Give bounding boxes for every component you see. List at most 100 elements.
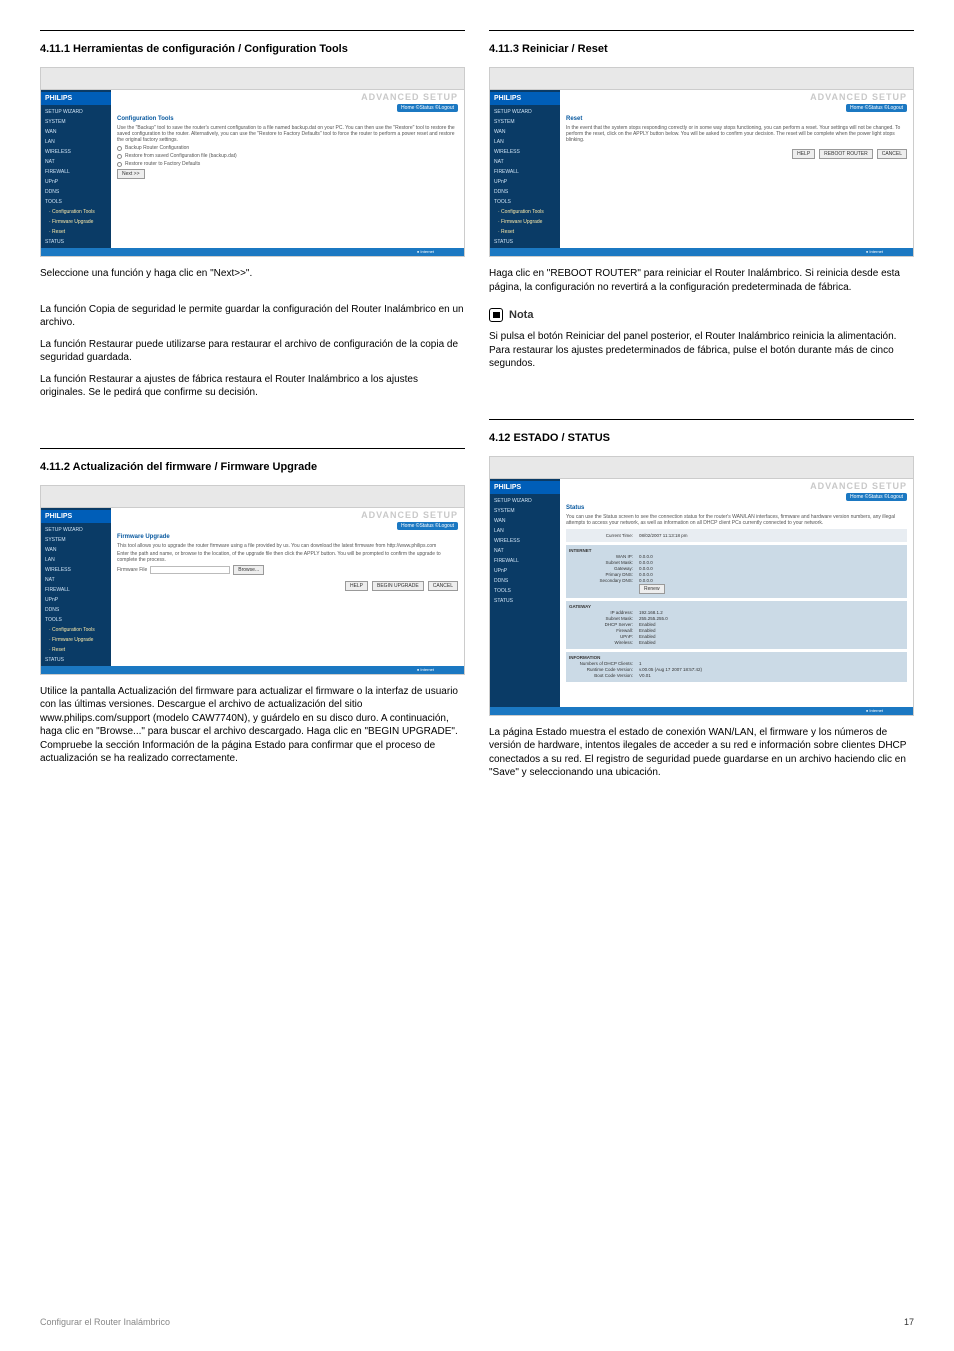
help-button[interactable]: HELP [345,581,368,591]
renew-button[interactable]: Renew [639,584,665,594]
block-header: INTERNET [569,548,904,553]
help-button[interactable]: HELP [792,149,815,159]
sidebar-item[interactable]: WIRELESS [490,536,560,546]
sidebar-item[interactable]: FIREWALL [41,167,111,177]
sidebar-item[interactable]: NAT [41,157,111,167]
reboot-router-button[interactable]: REBOOT ROUTER [819,149,873,159]
heading-4-11-2: 4.11.2 Actualización del firmware / Firm… [40,461,465,473]
cancel-button[interactable]: CANCEL [877,149,907,159]
sidebar-item[interactable]: UPnP [41,177,111,187]
sidebar-item[interactable]: TOOLS [41,197,111,207]
radio-icon[interactable] [117,162,122,167]
screenshot-status: PHILIPS SETUP WIZARD SYSTEM WAN LAN WIRE… [489,456,914,716]
kv-value: Enabled [639,640,656,645]
sidebar-item[interactable]: LAN [490,137,560,147]
sidebar-sub-item[interactable]: · Firmware Upgrade [41,635,111,645]
sidebar-sub-item[interactable]: · Configuration Tools [41,625,111,635]
sidebar-item[interactable]: WAN [490,516,560,526]
sidebar-item[interactable]: SYSTEM [490,506,560,516]
top-nav-pill[interactable]: Home ©Status ©Logout [397,104,458,112]
radio-icon[interactable] [117,146,122,151]
sidebar-sub-item[interactable]: · Firmware Upgrade [490,217,560,227]
sidebar-item[interactable]: STATUS [41,237,111,247]
sidebar-item[interactable]: TOOLS [41,615,111,625]
sidebar-item[interactable]: SETUP WIZARD [41,525,111,535]
sidebar-item[interactable]: FIREWALL [490,167,560,177]
kv-value: 0.0.0.0 [639,578,653,583]
sidebar-item[interactable]: NAT [490,546,560,556]
sidebar-item[interactable]: NAT [41,575,111,585]
sidebar-item[interactable]: SYSTEM [41,535,111,545]
sidebar-item[interactable]: WIRELESS [490,147,560,157]
sidebar-item[interactable]: WIRELESS [41,565,111,575]
sidebar-item[interactable]: WAN [490,127,560,137]
sidebar-item[interactable]: WAN [41,127,111,137]
sidebar-item[interactable]: SETUP WIZARD [490,107,560,117]
para-4-11-1c: La función Restaurar a ajustes de fábric… [40,373,465,400]
kv-value: 0.0.0.0 [639,566,653,571]
kv-value: 0.0.0.0 [639,560,653,565]
sidebar-item[interactable]: FIREWALL [41,585,111,595]
begin-upgrade-button[interactable]: BEGIN UPGRADE [372,581,424,591]
sidebar-item[interactable]: SYSTEM [41,117,111,127]
brand-logo: PHILIPS [41,92,111,105]
file-input[interactable] [150,566,230,574]
kv-value: v.00.05 (Aug 17 2007 18:57:42) [639,667,702,672]
sidebar-item[interactable]: UPnP [490,177,560,187]
radio-icon[interactable] [117,154,122,159]
sidebar-sub-item[interactable]: · Configuration Tools [41,207,111,217]
sidebar-item[interactable]: LAN [41,137,111,147]
sidebar-sub-item[interactable]: · Firmware Upgrade [41,217,111,227]
sidebar-item[interactable]: STATUS [490,237,560,247]
sidebar-item[interactable]: SETUP WIZARD [41,107,111,117]
kv-label: IP address: [569,610,639,615]
browse-button[interactable]: Browse... [233,565,264,575]
radio-label: Backup Router Configuration [125,145,189,151]
nota-label: Nota [509,309,533,321]
advanced-label: ADVANCED SETUP [361,510,458,520]
brand-logo: PHILIPS [490,92,560,105]
nota-text: Si pulsa el botón Reiniciar del panel po… [489,330,914,371]
sidebar-sub-item[interactable]: · Reset [490,227,560,237]
top-nav-pill[interactable]: Home ©Status ©Logout [846,493,907,501]
top-nav-pill[interactable]: Home ©Status ©Logout [846,104,907,112]
sidebar-item[interactable]: TOOLS [490,586,560,596]
sidebar-item[interactable]: DDNS [490,187,560,197]
sidebar-item[interactable]: STATUS [490,596,560,606]
cancel-button[interactable]: CANCEL [428,581,458,591]
sidebar-item[interactable]: FIREWALL [490,556,560,566]
kv-label: Primary DNS: [569,572,639,577]
screenshot-reset: PHILIPS SETUP WIZARD SYSTEM WAN LAN WIRE… [489,67,914,257]
sidebar-item[interactable]: WAN [41,545,111,555]
kv-label: Firewall: [569,628,639,633]
screenshot-footer: ● Internet [41,248,464,256]
kv-value: 0.0.0.0 [639,572,653,577]
next-button[interactable]: Next >> [117,169,145,179]
sidebar-item[interactable]: SYSTEM [490,117,560,127]
sidebar-item[interactable]: LAN [41,555,111,565]
kv-value: 255.255.255.0 [639,616,668,621]
kv-label: Secondary DNS: [569,578,639,583]
sidebar-item[interactable]: DDNS [41,605,111,615]
sidebar-sub-item[interactable]: · Reset [41,227,111,237]
kv-value: Enabled [639,634,656,639]
sidebar-item[interactable]: TOOLS [490,197,560,207]
sidebar-item[interactable]: LAN [490,526,560,536]
sidebar-item[interactable]: STATUS [41,655,111,665]
caption-4-11-1: Seleccione una función y haga clic en "N… [40,267,465,281]
sidebar-item[interactable]: WIRELESS [41,147,111,157]
sidebar-item[interactable]: DDNS [41,187,111,197]
top-nav-pill[interactable]: Home ©Status ©Logout [397,522,458,530]
current-time-label: Current Time: [569,533,639,538]
sidebar-item[interactable]: UPnP [490,566,560,576]
sidebar-sub-item[interactable]: · Reset [41,645,111,655]
kv-label: Runtime Code Version: [569,667,639,672]
sidebar-sub-item[interactable]: · Configuration Tools [490,207,560,217]
sidebar-item[interactable]: UPnP [41,595,111,605]
sidebar-item[interactable]: DDNS [490,576,560,586]
panel-desc: Enter the path and name, or browse to th… [117,551,458,563]
sidebar-item[interactable]: SETUP WIZARD [490,496,560,506]
kv-label: Numbers of DHCP Clients: [569,661,639,666]
para-4-12: La página Estado muestra el estado de co… [489,726,914,780]
sidebar-item[interactable]: NAT [490,157,560,167]
